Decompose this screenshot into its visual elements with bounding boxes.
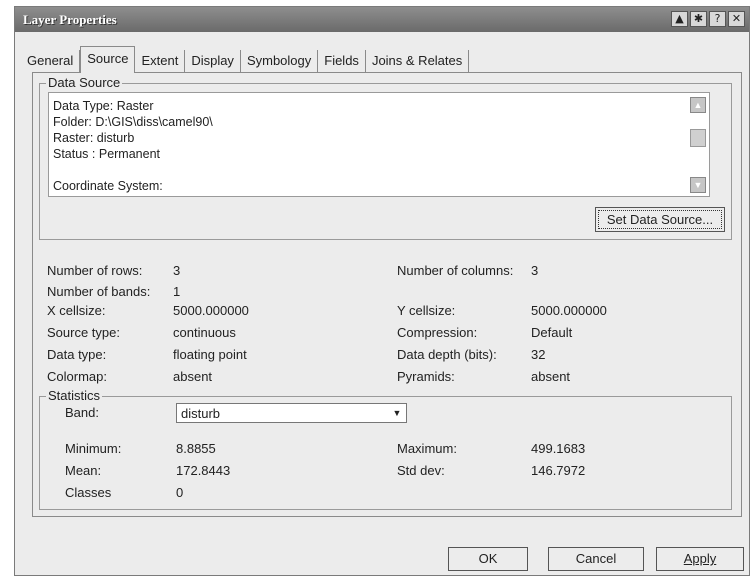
layer-properties-dialog: Layer Properties ▲ ✱ ? ✕ General Source … bbox=[14, 6, 750, 576]
minimum-value: 8.8855 bbox=[176, 441, 216, 456]
ok-button[interactable]: OK bbox=[448, 547, 528, 571]
classes-value: 0 bbox=[176, 485, 184, 500]
window-title: Layer Properties bbox=[23, 12, 117, 27]
data-source-textbox[interactable]: Data Type: Raster Folder: D:\GIS\diss\ca… bbox=[48, 92, 710, 197]
set-data-source-button[interactable]: Set Data Source... bbox=[595, 207, 725, 232]
classes-label: Classes bbox=[65, 485, 112, 500]
mean-value: 172.8443 bbox=[176, 463, 231, 478]
tab-joins-relates[interactable]: Joins & Relates bbox=[366, 50, 470, 72]
data-type-value: floating point bbox=[173, 347, 247, 362]
statistics-legend: Statistics bbox=[46, 388, 103, 403]
y-cellsize-value: 5000.000000 bbox=[531, 303, 607, 318]
band-select-value: disturb bbox=[181, 406, 221, 421]
maximum-value: 499.1683 bbox=[531, 441, 586, 456]
columns-label: Number of columns: bbox=[397, 263, 514, 278]
pyramids-value: absent bbox=[531, 369, 571, 384]
data-depth-label: Data depth (bits): bbox=[397, 347, 497, 362]
data-source-line: Folder: D:\GIS\diss\camel90\ bbox=[53, 115, 213, 129]
title-bar-controls: ▲ ✱ ? ✕ bbox=[671, 11, 745, 27]
maximum-label: Maximum: bbox=[397, 441, 457, 456]
cancel-button[interactable]: Cancel bbox=[548, 547, 644, 571]
pyramids-label: Pyramids: bbox=[397, 369, 455, 384]
title-bar[interactable]: Layer Properties ▲ ✱ ? ✕ bbox=[15, 7, 749, 32]
colormap-value: absent bbox=[173, 369, 213, 384]
help-button[interactable]: ? bbox=[709, 11, 726, 27]
tab-display[interactable]: Display bbox=[185, 50, 241, 72]
data-source-line: Status : Permanent bbox=[53, 147, 161, 161]
stddev-value: 146.7972 bbox=[531, 463, 586, 478]
rows-label: Number of rows: bbox=[47, 263, 143, 278]
chevron-down-icon[interactable]: ▼ bbox=[388, 404, 406, 422]
tab-symbology[interactable]: Symbology bbox=[241, 50, 319, 72]
compression-value: Default bbox=[531, 325, 573, 340]
source-type-value: continuous bbox=[173, 325, 236, 340]
band-label: Band: bbox=[65, 405, 99, 420]
data-source-line: Raster: disturb bbox=[53, 131, 135, 145]
rows-value: 3 bbox=[173, 263, 181, 278]
data-depth-value: 32 bbox=[531, 347, 546, 362]
x-cellsize-label: X cellsize: bbox=[47, 303, 106, 318]
tab-fields[interactable]: Fields bbox=[318, 50, 366, 72]
tab-general[interactable]: General bbox=[21, 50, 81, 72]
tab-source[interactable]: Source bbox=[80, 46, 136, 73]
bands-value: 1 bbox=[173, 284, 181, 299]
data-source-legend: Data Source bbox=[46, 75, 123, 90]
mean-label: Mean: bbox=[65, 463, 102, 478]
tab-strip: General Source Extent Display Symbology … bbox=[21, 46, 470, 73]
data-source-line: Data Type: Raster bbox=[53, 99, 154, 113]
y-cellsize-label: Y cellsize: bbox=[397, 303, 456, 318]
close-button[interactable]: ✕ bbox=[728, 11, 745, 27]
band-select[interactable]: disturb ▼ bbox=[176, 403, 407, 423]
source-tab-panel: Data Source Data Type: Raster Folder: D:… bbox=[32, 72, 742, 517]
colormap-label: Colormap: bbox=[47, 369, 107, 384]
source-type-label: Source type: bbox=[47, 325, 120, 340]
minimum-label: Minimum: bbox=[65, 441, 122, 456]
columns-value: 3 bbox=[531, 263, 539, 278]
scrollbar-thumb[interactable] bbox=[690, 129, 706, 147]
scroll-up-icon[interactable]: ▲ bbox=[690, 97, 706, 113]
apply-button[interactable]: Apply bbox=[656, 547, 744, 571]
roll-up-button[interactable]: ▲ bbox=[671, 11, 688, 27]
stddev-label: Std dev: bbox=[397, 463, 445, 478]
compression-label: Compression: bbox=[397, 325, 478, 340]
data-type-label: Data type: bbox=[47, 347, 107, 362]
scroll-down-icon[interactable]: ▼ bbox=[690, 177, 706, 193]
data-source-group: Data Source Data Type: Raster Folder: D:… bbox=[39, 75, 732, 240]
x-cellsize-value: 5000.000000 bbox=[173, 303, 249, 318]
data-source-line: Coordinate System: bbox=[53, 179, 163, 193]
bands-label: Number of bands: bbox=[47, 284, 151, 299]
tab-extent[interactable]: Extent bbox=[135, 50, 186, 72]
pin-button[interactable]: ✱ bbox=[690, 11, 707, 27]
